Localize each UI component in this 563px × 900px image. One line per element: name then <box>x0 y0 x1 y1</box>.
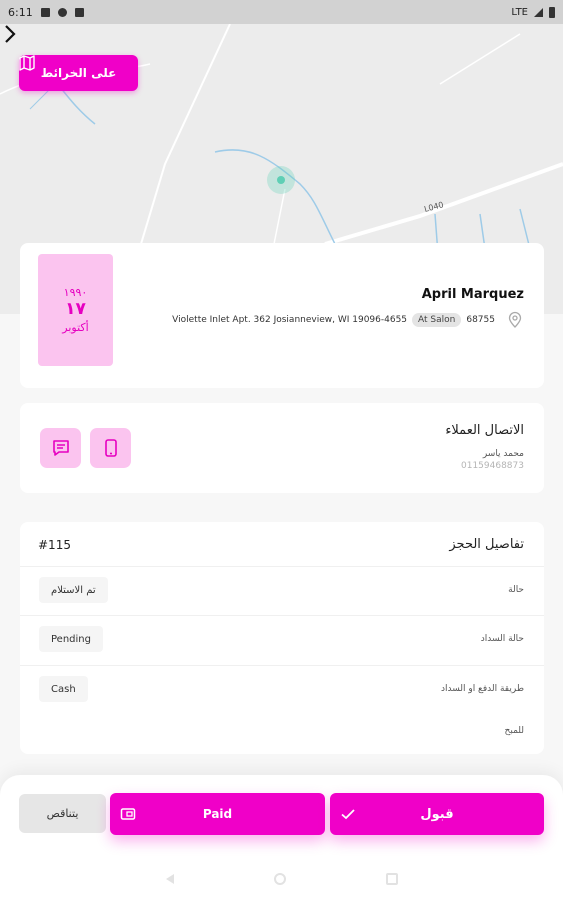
payment-method-badge: Cash <box>39 676 88 702</box>
contact-person: محمد ياسر <box>482 449 524 459</box>
payment-method-row: طريقة الدفع او السداد Cash <box>20 665 544 714</box>
total-row: للمبح <box>20 714 544 763</box>
decline-label: يتناقص <box>46 807 79 820</box>
map-button-label: على الخرائط <box>40 66 117 80</box>
customer-address: Violette Inlet Apt. 362 Josianneview, WI… <box>172 311 524 329</box>
status-row: حالة تم الاستلام <box>20 566 544 615</box>
booking-title: تفاصيل الحجز <box>449 537 524 552</box>
customer-card: ١٩٩٠ ١٧ أكتوبر April Marquez Violette In… <box>20 243 544 388</box>
open-in-maps-button[interactable]: على الخرائط <box>19 55 138 91</box>
address-suffix: 68755 <box>466 315 495 325</box>
phone-icon <box>104 439 117 457</box>
nav-recents-icon[interactable] <box>385 872 398 885</box>
booking-id: #115 <box>38 538 71 552</box>
contact-card: الاتصال العملاء محمد ياسر 01159468873 <box>20 403 544 493</box>
wallet-icon <box>120 808 136 820</box>
sd-card-icon <box>74 7 84 17</box>
payment-status-label: حالة السداد <box>480 634 524 644</box>
signal-icon <box>534 7 543 17</box>
status-label: حالة <box>508 585 524 595</box>
accept-button[interactable]: قبول <box>330 793 544 835</box>
accept-label: قبول <box>420 806 454 822</box>
call-button[interactable] <box>90 428 131 468</box>
payment-method-label: طريقة الدفع او السداد <box>440 684 524 694</box>
nav-back-icon[interactable] <box>165 873 174 884</box>
check-icon <box>341 809 355 820</box>
payment-status-badge: Pending <box>39 626 103 652</box>
network-type: LTE <box>511 6 528 18</box>
nav-home-icon[interactable] <box>273 872 286 885</box>
chat-icon <box>52 440 69 456</box>
address-text: Violette Inlet Apt. 362 Josianneview, WI… <box>172 315 408 325</box>
paid-label: Paid <box>202 807 233 821</box>
notification-icon <box>40 7 50 17</box>
status-bar: 6:11 LTE <box>0 0 563 24</box>
location-badge: At Salon <box>412 313 462 327</box>
location-pin-icon <box>508 311 522 328</box>
paid-button[interactable]: Paid <box>110 793 325 835</box>
battery-icon <box>549 6 555 18</box>
chat-button[interactable] <box>40 428 81 468</box>
date-year: ١٩٩٠ <box>63 285 88 299</box>
customer-name: April Marquez <box>421 287 524 302</box>
contact-phone: 01159468873 <box>461 461 524 471</box>
total-label: للمبح <box>504 726 524 736</box>
contact-title: الاتصال العملاء <box>445 423 524 438</box>
map-icon <box>19 55 35 71</box>
sync-icon <box>57 7 67 17</box>
booking-details-card: #115 تفاصيل الحجز حالة تم الاستلام حالة … <box>20 522 544 754</box>
decline-button[interactable]: يتناقص <box>19 794 106 833</box>
payment-status-row: حالة السداد Pending <box>20 615 544 664</box>
system-nav-bar <box>0 857 563 900</box>
chevron-right-icon[interactable] <box>0 24 20 44</box>
date-day: ١٧ <box>65 299 86 320</box>
date-month: أكتوبر <box>62 320 89 334</box>
appointment-date: ١٩٩٠ ١٧ أكتوبر <box>38 254 113 366</box>
status-badge: تم الاستلام <box>39 577 108 603</box>
status-time: 6:11 <box>8 5 33 19</box>
